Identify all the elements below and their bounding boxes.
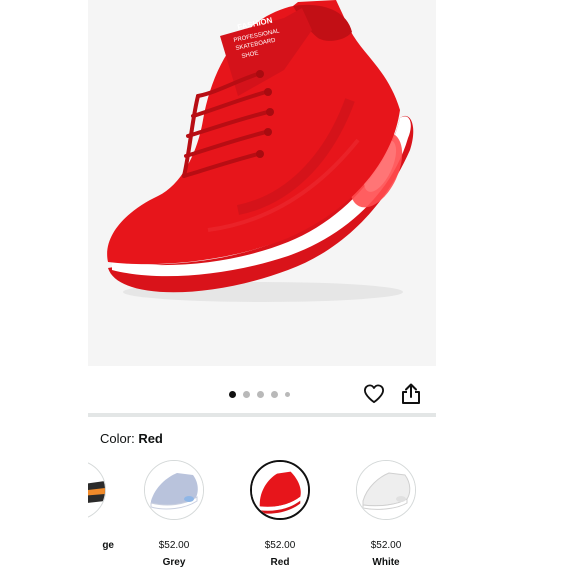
color-swatch-grey[interactable]: $52.00 Grey (124, 460, 224, 568)
pagination-dot[interactable] (285, 391, 290, 397)
swatch-name: Red (270, 557, 290, 568)
swatch-image (356, 460, 416, 520)
product-image-gallery[interactable]: FASHION PROFESSIONAL SKATEBOARD SHOE (88, 0, 436, 366)
swatch-image (144, 460, 204, 520)
swatch-image (250, 460, 310, 520)
share-icon (402, 383, 420, 404)
pagination-dot[interactable] (257, 390, 264, 398)
color-label-text: Color: (100, 431, 135, 446)
color-swatch[interactable]: ge (88, 460, 126, 551)
swatch-name: White (372, 557, 400, 568)
color-swatch-red[interactable]: $52.00 Red (230, 460, 330, 568)
section-divider (88, 413, 436, 417)
swatch-price: $52.00 (264, 540, 296, 551)
pagination-dot[interactable] (229, 390, 236, 398)
swatch-name: ge (102, 540, 114, 551)
selected-color-value: Red (138, 431, 163, 446)
share-button[interactable] (399, 382, 423, 406)
color-swatch-white[interactable]: $52.00 White (336, 460, 436, 568)
heart-icon (363, 384, 384, 404)
swatch-price: $52.00 (158, 540, 190, 551)
pagination-dot[interactable] (271, 390, 278, 398)
swatch-price: $52.00 (370, 540, 402, 551)
favorite-button[interactable] (362, 382, 386, 406)
swatch-name: Grey (162, 557, 186, 568)
product-image: FASHION PROFESSIONAL SKATEBOARD SHOE (107, 0, 414, 302)
pagination-dot[interactable] (243, 390, 250, 398)
swatch-image (88, 460, 106, 520)
color-selection-label: Color: Red (100, 431, 163, 446)
gallery-pagination[interactable] (229, 390, 290, 398)
product-detail-panel: FASHION PROFESSIONAL SKATEBOARD SHOE Col… (88, 0, 436, 580)
